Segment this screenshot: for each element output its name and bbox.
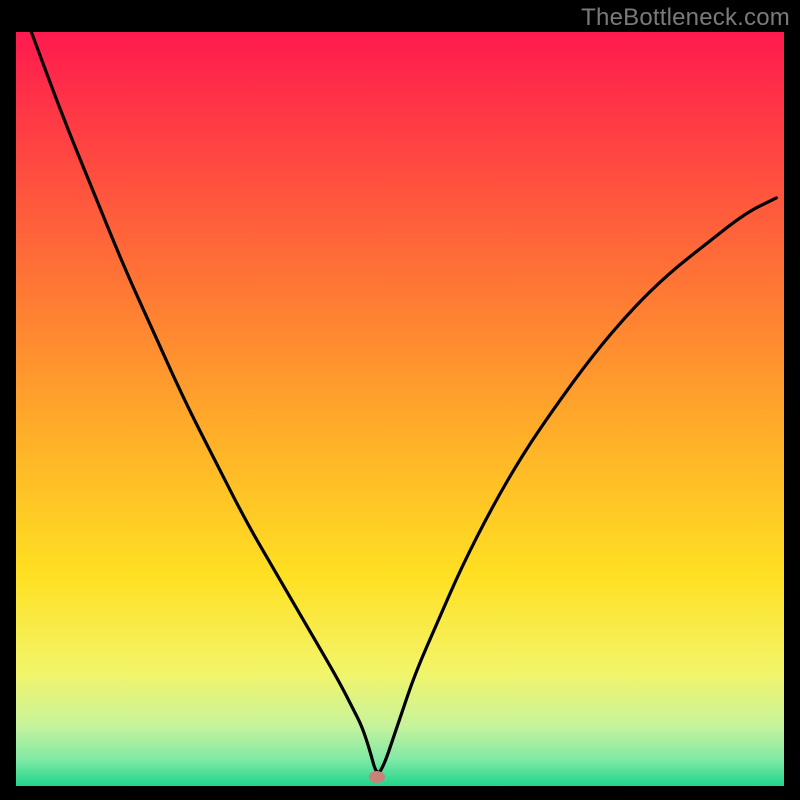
bottleneck-marker bbox=[369, 771, 385, 783]
watermark-text: TheBottleneck.com bbox=[581, 4, 790, 32]
chart-container: { "watermark": "TheBottleneck.com", "cha… bbox=[0, 0, 800, 800]
plot-background bbox=[16, 32, 784, 786]
bottleneck-chart bbox=[0, 0, 800, 800]
